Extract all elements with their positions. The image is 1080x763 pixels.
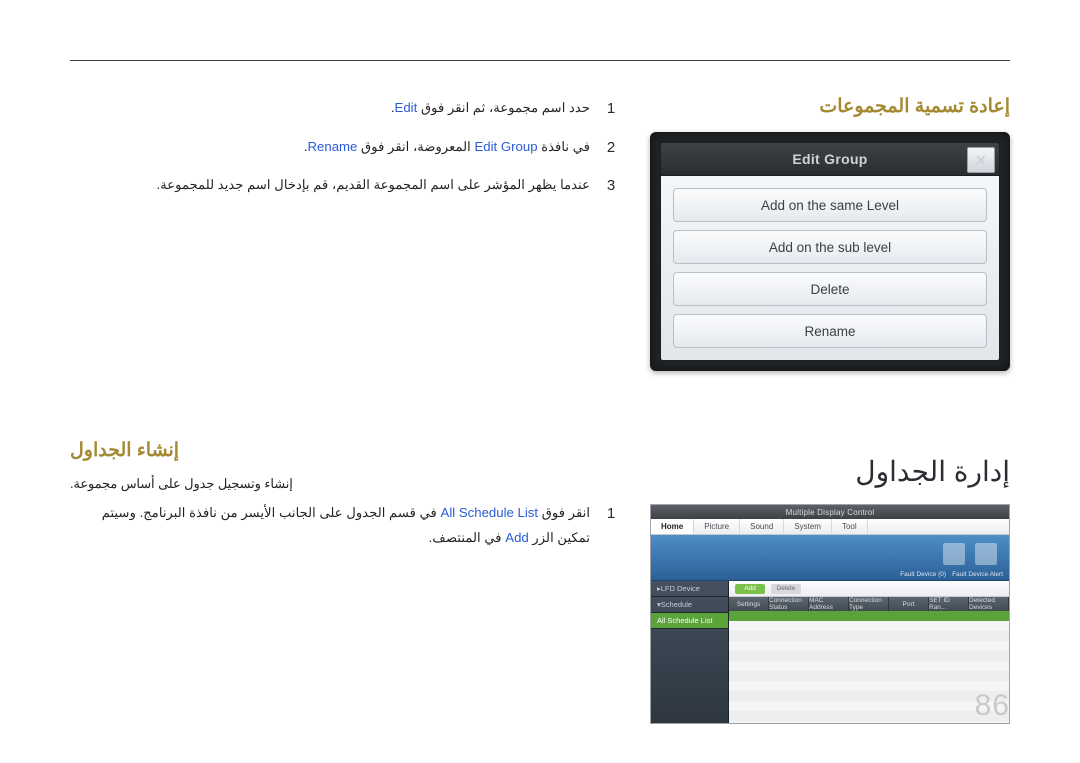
tab-home[interactable]: Home bbox=[651, 519, 694, 534]
section1-title: إعادة تسمية المجموعات bbox=[650, 95, 1010, 118]
header-rule bbox=[70, 60, 1010, 61]
section2-desc: إنشاء وتسجيل جدول على أساس مجموعة. bbox=[70, 476, 618, 492]
step-text: عندما يظهر المؤشر على اسم المجموعة القدي… bbox=[157, 172, 590, 201]
all-schedule-list-link: All Schedule List bbox=[441, 505, 539, 520]
fault-device-icon[interactable] bbox=[943, 543, 965, 565]
col-mac: MAC Address bbox=[809, 597, 849, 611]
mdc-toolbar: Fault Device (0) Fault Device Alert bbox=[651, 535, 1009, 581]
mdc-main-panel: Add Delete Settings Connection Status MA… bbox=[729, 581, 1009, 723]
mdc-selected-row bbox=[729, 611, 1009, 621]
dialog-titlebar: Edit Group ✕ bbox=[660, 142, 1000, 176]
add-link: Add bbox=[505, 530, 528, 545]
mdc-screenshot: Multiple Display Control Home Picture So… bbox=[650, 504, 1010, 724]
step-num: 3 bbox=[604, 172, 618, 201]
create-steps: 1 انقر فوق All Schedule List في قسم الجد… bbox=[70, 500, 618, 550]
edit-group-dialog: Edit Group ✕ Add on the same Level Add o… bbox=[650, 132, 1010, 371]
step-num: 1 bbox=[604, 500, 618, 550]
mdc-tabbar: Home Picture Sound System Tool bbox=[651, 519, 1009, 535]
left-column: 1 حدد اسم مجموعة، ثم انقر فوق Edit. 2 في… bbox=[70, 95, 622, 724]
mdc-grid-header: Settings Connection Status MAC Address C… bbox=[729, 597, 1009, 611]
col-connstatus: Connection Status bbox=[769, 597, 809, 611]
spacer bbox=[650, 371, 1010, 435]
step-text: حدد اسم مجموعة، ثم انقر فوق Edit. bbox=[391, 95, 590, 124]
add-sub-level-button[interactable]: Add on the sub level bbox=[673, 230, 987, 264]
document-page: إعادة تسمية المجموعات Edit Group ✕ Add o… bbox=[0, 0, 1080, 763]
col-settings: Settings bbox=[729, 597, 769, 611]
step-text: في نافذة Edit Group المعروضة، انقر فوق R… bbox=[304, 134, 590, 163]
fault-alert-icon[interactable] bbox=[975, 543, 997, 565]
mdc-body: ▸ LFD Device ▾ Schedule All Schedule Lis… bbox=[651, 581, 1009, 723]
major-heading: إدارة الجداول bbox=[650, 455, 1010, 488]
toolbar-icons bbox=[943, 543, 997, 565]
tab-picture[interactable]: Picture bbox=[694, 519, 740, 534]
edit-group-link: Edit Group bbox=[475, 139, 538, 154]
rename-steps: 1 حدد اسم مجموعة، ثم انقر فوق Edit. 2 في… bbox=[70, 95, 618, 201]
rename-button[interactable]: Rename bbox=[673, 314, 987, 348]
mdc-action-row: Add Delete bbox=[729, 581, 1009, 597]
right-column: إعادة تسمية المجموعات Edit Group ✕ Add o… bbox=[650, 95, 1010, 724]
sidebar-item-lfd[interactable]: ▸ LFD Device bbox=[651, 581, 728, 597]
rename-link: Rename bbox=[308, 139, 358, 154]
step-1: 1 حدد اسم مجموعة، ثم انقر فوق Edit. bbox=[70, 95, 618, 124]
col-setid: SET ID Ran... bbox=[929, 597, 969, 611]
mdc-window-title: Multiple Display Control bbox=[651, 505, 1009, 519]
edit-link: Edit bbox=[395, 100, 418, 115]
dialog-body: Add on the same Level Add on the sub lev… bbox=[660, 176, 1000, 361]
gap bbox=[70, 211, 618, 439]
fault-alert-label: Fault Device Alert bbox=[952, 571, 1003, 578]
page-number: 86 bbox=[975, 689, 1010, 723]
sidebar-item-all-schedule-list[interactable]: All Schedule List bbox=[651, 613, 728, 629]
spacer2 bbox=[650, 494, 1010, 504]
delete-button[interactable]: Delete bbox=[673, 272, 987, 306]
tab-system[interactable]: System bbox=[784, 519, 832, 534]
tab-tool[interactable]: Tool bbox=[832, 519, 868, 534]
close-icon[interactable]: ✕ bbox=[967, 147, 995, 173]
col-conntype: Connection Type bbox=[849, 597, 889, 611]
section2-title: إنشاء الجداول bbox=[70, 439, 618, 462]
fault-device-label: Fault Device (0) bbox=[900, 571, 946, 578]
add-button[interactable]: Add bbox=[735, 584, 765, 594]
mdc-grid-rows bbox=[729, 621, 1009, 723]
delete-grid-button[interactable]: Delete bbox=[771, 584, 801, 594]
step-2: 2 في نافذة Edit Group المعروضة، انقر فوق… bbox=[70, 134, 618, 163]
sidebar-item-schedule[interactable]: ▾ Schedule bbox=[651, 597, 728, 613]
toolbar-labels: Fault Device (0) Fault Device Alert bbox=[900, 571, 1003, 578]
col-detected: Detected Devices bbox=[969, 597, 1009, 611]
step-num: 1 bbox=[604, 95, 618, 124]
content-columns: إعادة تسمية المجموعات Edit Group ✕ Add o… bbox=[70, 95, 1010, 724]
step-text: انقر فوق All Schedule List في قسم الجدول… bbox=[70, 500, 590, 550]
dialog-title-text: Edit Group bbox=[792, 151, 867, 167]
step-3: 3 عندما يظهر المؤشر على اسم المجموعة الق… bbox=[70, 172, 618, 201]
step-num: 2 bbox=[604, 134, 618, 163]
create-step-1: 1 انقر فوق All Schedule List في قسم الجد… bbox=[70, 500, 618, 550]
mdc-sidebar: ▸ LFD Device ▾ Schedule All Schedule Lis… bbox=[651, 581, 729, 723]
col-port: Port bbox=[889, 597, 929, 611]
add-same-level-button[interactable]: Add on the same Level bbox=[673, 188, 987, 222]
tab-sound[interactable]: Sound bbox=[740, 519, 784, 534]
